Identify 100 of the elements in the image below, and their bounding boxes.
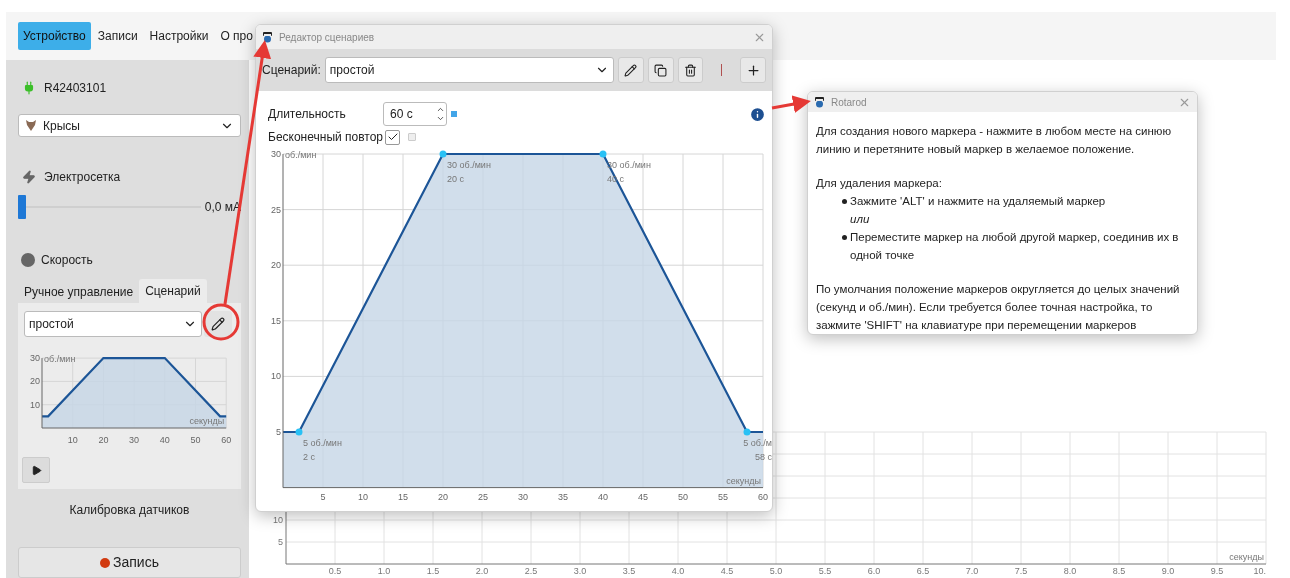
menu-tab[interactable]: Записи — [92, 22, 143, 50]
scenario-label: Сценарий: — [262, 62, 321, 79]
menu-tab[interactable]: Настройки — [144, 22, 214, 50]
status-square-icon — [451, 111, 457, 117]
chevron-up-icon[interactable] — [436, 105, 445, 114]
axis-tick-label: 20 — [98, 435, 109, 446]
axis-unit-label: об./мин — [44, 354, 76, 365]
chevron-down-icon[interactable] — [436, 114, 445, 123]
mode-tab[interactable]: Ручное управление — [18, 281, 140, 304]
axis-tick-label: 5 — [320, 492, 326, 502]
rat-icon — [25, 119, 37, 133]
axis-tick-label: 20 — [438, 492, 448, 502]
axis-tick-label: 20 — [271, 260, 281, 271]
delete-button[interactable] — [677, 57, 704, 83]
marker-handle[interactable] — [599, 150, 607, 158]
axis-tick-label: 1.0 — [377, 566, 391, 576]
menu-tab[interactable]: О про — [215, 22, 258, 50]
axis-tick-label: 50 — [190, 435, 201, 446]
help-paragraph: Для создания нового маркера - нажмите в любом месте на синюю линию и перетяните новый маркер в желаемое положение. — [816, 124, 1173, 157]
animal-select[interactable]: Крысы — [18, 114, 241, 138]
window-title: Редактор сценариев — [279, 30, 376, 45]
marker-speed-label: 30 об./мин — [447, 160, 491, 170]
axis-tick-label: 9.0 — [1161, 566, 1175, 576]
axis-tick-label: 5.5 — [818, 566, 832, 576]
axis-tick-label: 20 — [30, 376, 40, 387]
axis-title: секунды — [726, 475, 761, 486]
axis-tick-label: 2.5 — [524, 566, 538, 576]
axis-tick-label: 9.5 — [1210, 566, 1224, 576]
duration-spinbox[interactable]: 60 с — [383, 102, 447, 126]
plus-icon — [745, 62, 761, 78]
axis-tick-label: 10 — [273, 515, 283, 525]
scenario-select[interactable]: простой — [24, 311, 202, 338]
axis-tick-label: 7.0 — [965, 566, 979, 576]
help-note: или — [849, 212, 871, 227]
rename-button[interactable] — [617, 57, 644, 83]
axis-tick-label: 1.5 — [426, 566, 440, 576]
highlight-circle — [202, 303, 240, 341]
copy-button[interactable] — [647, 57, 674, 83]
mode-tab[interactable]: Сценарий — [139, 279, 207, 304]
axis-tick-label: 30 — [271, 149, 281, 159]
play-button[interactable] — [22, 457, 50, 484]
menu-tab[interactable]: Устройство — [18, 22, 91, 50]
axis-tick-label: 2.0 — [475, 566, 489, 576]
axis-tick-label: 0.5 — [328, 566, 342, 576]
marker-handle[interactable] — [743, 428, 751, 436]
marker-handle[interactable] — [439, 150, 447, 158]
axis-tick-label: 10 — [67, 435, 78, 446]
axis-tick-label: 4.5 — [720, 566, 734, 576]
axis-tick-label: 10. — [1253, 566, 1266, 576]
marker-speed-label: 5 об./мин — [303, 438, 342, 448]
trash-icon — [683, 63, 697, 77]
add-button[interactable] — [740, 57, 766, 83]
section-label: Электросетка — [44, 169, 121, 187]
section-label: Скорость — [41, 252, 93, 270]
check-icon — [386, 131, 399, 143]
app-icon — [814, 96, 825, 108]
help-paragraph: По умолчания положение маркеров округляется до целых значений (секунд и об./мин). Если требуется более точная настройка, то зажмите 'SHIFT' на клавиатуре при перемещении маркеров — [816, 282, 1181, 333]
marker-time-label: 2 с — [303, 452, 315, 462]
repeat-checkbox[interactable] — [385, 129, 401, 145]
axis-tick-label: 50 — [678, 492, 688, 502]
status-square-icon — [408, 133, 417, 141]
device-serial: R42403101 — [44, 80, 107, 97]
axis-tick-label: 3.0 — [573, 566, 587, 576]
axis-tick-label: 60 — [758, 492, 768, 502]
axis-tick-label: 8.0 — [1063, 566, 1077, 576]
axis-tick-label: 35 — [558, 492, 568, 502]
info-icon[interactable] — [749, 105, 766, 123]
axis-tick-label: 25 — [478, 492, 488, 502]
marker-handle[interactable] — [295, 428, 303, 436]
axis-title: секунды — [189, 416, 225, 427]
axis-tick-label: 4.0 — [671, 566, 685, 576]
axis-tick-label: 40 — [159, 435, 170, 446]
marker-speed-label: 5 об./м — [743, 438, 772, 448]
axis-tick-label: 6.0 — [867, 566, 881, 576]
axis-tick-label: 25 — [271, 204, 281, 215]
lightning-icon — [22, 170, 36, 185]
axis-tick-label: 45 — [638, 492, 648, 502]
duration-label: Длительность — [268, 106, 347, 123]
slider-thumb[interactable] — [18, 195, 26, 220]
scenario-select[interactable]: простой — [324, 57, 614, 83]
axis-tick-label: 30 — [518, 492, 528, 502]
axis-tick-label: 5 — [276, 427, 281, 437]
bullet-icon — [842, 235, 847, 240]
axis-tick-label: 3.5 — [622, 566, 636, 576]
record-button[interactable]: Запись — [18, 547, 241, 578]
window-title: Rotarod — [831, 95, 868, 110]
axis-tick-label: 10 — [358, 492, 368, 502]
app-icon — [262, 31, 273, 43]
help-paragraph: Для удаления маркера: — [816, 176, 943, 191]
axis-unit-label: об./мин — [285, 150, 317, 160]
pencil-icon — [211, 317, 225, 332]
axis-tick-label: 10 — [30, 400, 40, 411]
play-icon — [30, 464, 42, 476]
axis-tick-label: 30 — [129, 435, 140, 446]
axis-tick-label: 15 — [398, 492, 408, 502]
axis-tick-label: 60 — [221, 435, 232, 446]
marker-time-label: 20 с — [447, 174, 464, 184]
help-list-item: Переместите маркер на любой другой маркер, соединив их в одной точке — [850, 230, 1180, 263]
axis-tick-label: 7.5 — [1014, 566, 1028, 576]
axis-tick-label: 10 — [271, 371, 281, 382]
